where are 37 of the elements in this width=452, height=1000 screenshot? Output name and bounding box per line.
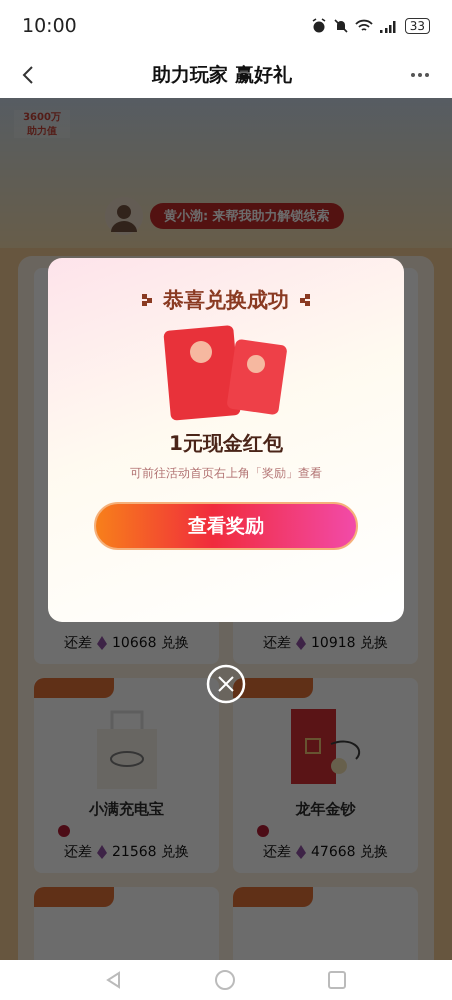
ornament-icon <box>299 293 311 307</box>
reward-name: 龙年金钞 <box>296 800 356 819</box>
home-circle-icon[interactable] <box>214 969 236 991</box>
cost-amount: 10668 兑换 <box>112 634 189 652</box>
cost-label: 还差 <box>263 634 291 652</box>
status-dot-icon <box>257 825 269 837</box>
cost-label: 还差 <box>263 843 291 861</box>
reward-card[interactable]: 小满充电宝 还差 21568 兑换 <box>34 678 219 873</box>
cost-amount: 10918 兑换 <box>311 634 388 652</box>
dialog-title: 恭喜兑换成功 <box>163 286 289 314</box>
score-label: 助力值 <box>27 124 57 138</box>
view-reward-button[interactable]: 查看奖励 <box>94 502 358 550</box>
cost-amount: 21568 兑换 <box>112 843 189 861</box>
gem-icon <box>97 636 107 650</box>
gem-icon <box>296 845 306 859</box>
dialog-hint: 可前往活动首页右上角「奖励」查看 <box>130 465 322 482</box>
prize-name: 1元现金红包 <box>169 430 283 457</box>
speech-bubble: 黄小渤: 来帮我助力解锁线索 <box>150 203 344 229</box>
recents-square-icon[interactable] <box>326 970 347 990</box>
ornament-icon <box>141 293 153 307</box>
status-dot-icon <box>58 825 70 837</box>
reward-name: 小满充电宝 <box>89 800 164 819</box>
back-icon[interactable] <box>22 65 34 85</box>
battery-level: 33 <box>404 18 430 34</box>
muted-bell-icon <box>332 18 349 34</box>
close-icon[interactable] <box>206 664 246 704</box>
cost-label: 还差 <box>64 634 92 652</box>
alarm-icon <box>310 18 327 34</box>
gem-icon <box>296 636 306 650</box>
status-time: 10:00 <box>22 15 77 37</box>
gem-icon <box>97 845 107 859</box>
reward-card[interactable]: 龙年金钞 还差 47668 兑换 <box>233 678 418 873</box>
cost-amount: 47668 兑换 <box>311 843 388 861</box>
cost-label: 还差 <box>64 843 92 861</box>
more-icon[interactable] <box>410 72 430 78</box>
score-value: 3600万 <box>23 111 61 124</box>
page-title: 助力玩家 赢好礼 <box>152 63 292 88</box>
